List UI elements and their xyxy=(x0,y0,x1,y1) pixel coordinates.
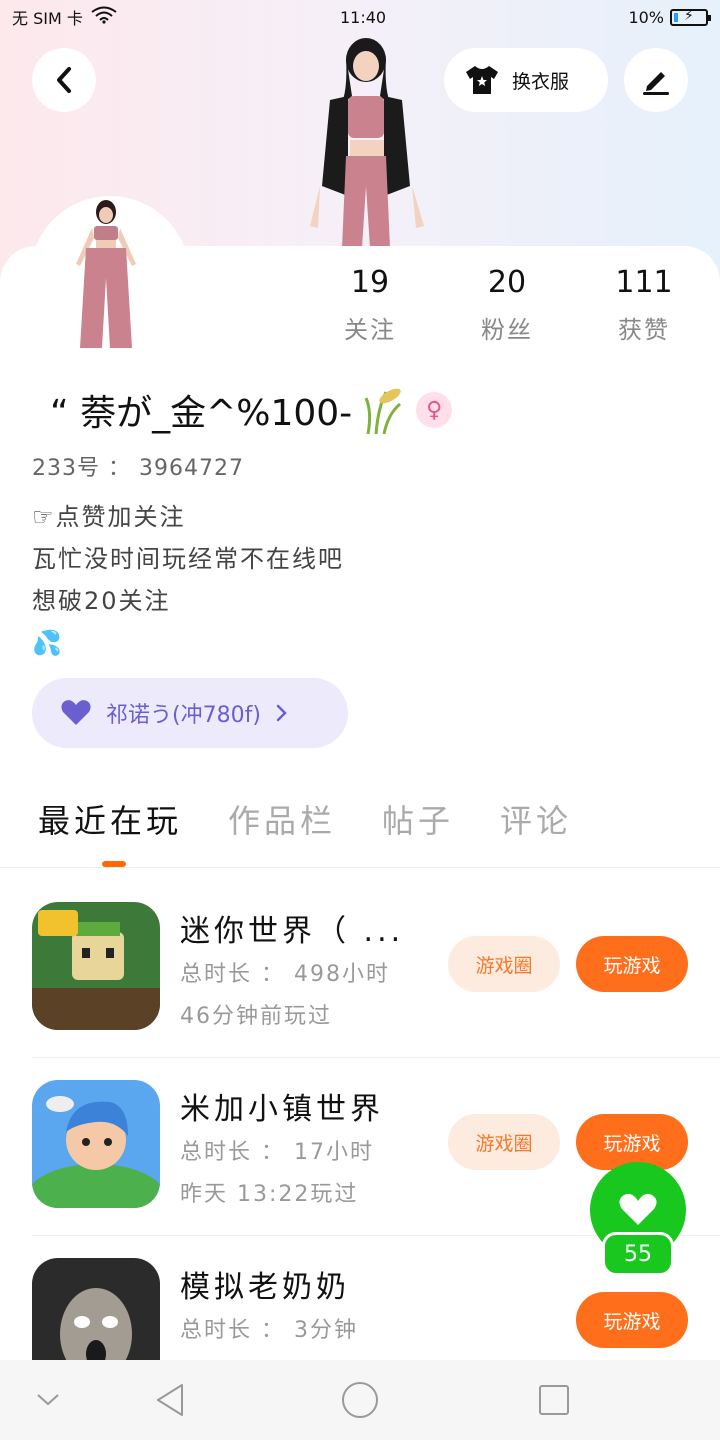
tab-bar: 最近在玩 作品栏 帖子 评论 xyxy=(38,796,572,842)
avatar-3d-figure[interactable] xyxy=(290,36,440,248)
guild-tag-label: 祁诺う(冲780f) xyxy=(106,703,261,728)
edit-profile-button[interactable] xyxy=(624,48,688,112)
game-meta: 总时长 ： 17小时 昨天 13:22玩过 xyxy=(180,1132,374,1216)
status-bar: 无 SIM 卡 11:40 10% ⚡ xyxy=(0,0,720,34)
tabs-divider xyxy=(0,867,720,868)
tab-comments[interactable]: 评论 xyxy=(500,796,572,842)
chevron-right-icon xyxy=(276,704,287,722)
game-duration: 总时长 ： 498小时 xyxy=(180,962,390,987)
stat-following-label: 关注 xyxy=(344,316,396,344)
carrier-text: 无 SIM 卡 xyxy=(12,9,83,28)
heart-icon xyxy=(61,700,91,725)
clock: 11:40 xyxy=(340,7,387,27)
tshirt-icon xyxy=(466,66,498,94)
pen-icon xyxy=(643,72,669,95)
tab-works[interactable]: 作品栏 xyxy=(228,796,336,842)
game-meta: 总时长 ： 498小时 46分钟前玩过 xyxy=(180,954,390,1038)
gender-female-icon: ♀ xyxy=(416,392,453,428)
nav-back-button[interactable] xyxy=(150,1380,190,1420)
square-recents-icon xyxy=(539,1385,569,1415)
change-outfit-button[interactable]: 换衣服 xyxy=(444,48,608,112)
system-nav-bar xyxy=(0,1360,720,1440)
game-title: 模拟老奶奶 xyxy=(180,1270,350,1305)
bio-line: 瓦忙没时间玩经常不在线吧 xyxy=(32,545,344,573)
gender-symbol: ♀ xyxy=(426,397,443,423)
triangle-back-icon xyxy=(157,1384,183,1416)
game-meta: 总时长 ： 3分钟 xyxy=(180,1310,358,1352)
stat-followers-value: 20 xyxy=(487,265,527,300)
nav-home-button[interactable] xyxy=(340,1380,380,1420)
battery-icon: ⚡ xyxy=(670,8,711,26)
stat-likes-value: 111 xyxy=(615,265,673,300)
guild-tag-button[interactable]: 祁诺う(冲780f) xyxy=(32,678,348,748)
game-duration: 总时长 ： 3分钟 xyxy=(180,1318,358,1343)
username: “ 萘が_金^%100- xyxy=(50,393,353,434)
stat-likes-label: 获赞 xyxy=(618,316,670,344)
circle-home-icon xyxy=(342,1382,378,1418)
stat-followers-label: 粉丝 xyxy=(481,316,533,344)
game-duration: 总时长 ： 17小时 xyxy=(180,1140,374,1165)
stat-likes[interactable]: 111 获赞 xyxy=(584,262,704,345)
username-row: “ 萘が_金^%100- ♀ xyxy=(50,380,453,440)
heart-icon xyxy=(619,1193,657,1225)
bio-line: 想破20关注 xyxy=(32,587,171,615)
battery-percent: 10% xyxy=(628,7,664,27)
user-id: 233号 ： 3964727 xyxy=(32,456,244,481)
game-title: 迷你世界（ ... xyxy=(180,914,405,949)
game-circle-button[interactable]: 游戏圈 xyxy=(448,936,560,992)
play-game-button[interactable]: 玩游戏 xyxy=(576,936,688,992)
play-game-button[interactable]: 玩游戏 xyxy=(576,1292,688,1348)
game-circle-button[interactable]: 游戏圈 xyxy=(448,1114,560,1170)
stat-following-value: 19 xyxy=(350,265,390,300)
game-icon-miga-town xyxy=(32,1080,160,1208)
game-icon-mini-world xyxy=(32,902,160,1030)
chevron-left-icon xyxy=(57,67,71,93)
chevron-down-icon xyxy=(37,1394,59,1406)
stat-following[interactable]: 19 关注 xyxy=(310,262,430,345)
game-last-played: 46分钟前玩过 xyxy=(180,1004,332,1029)
nav-collapse-button[interactable] xyxy=(28,1380,68,1420)
nav-recents-button[interactable] xyxy=(534,1380,574,1420)
tab-recently-played[interactable]: 最近在玩 xyxy=(38,796,182,842)
tab-posts[interactable]: 帖子 xyxy=(382,796,454,842)
game-last-played: 昨天 13:22玩过 xyxy=(180,1182,359,1207)
bio-line: ☞点赞加关注 xyxy=(32,503,186,531)
change-outfit-label: 换衣服 xyxy=(512,70,570,93)
bio-line: 💦 xyxy=(32,629,64,657)
grass-icon xyxy=(364,388,402,435)
game-row[interactable]: 迷你世界（ ... 总时长 ： 498小时 46分钟前玩过 游戏圈 玩游戏 xyxy=(0,880,720,1058)
stats-row: 19 关注 20 粉丝 111 获赞 xyxy=(310,262,710,352)
stat-followers[interactable]: 20 粉丝 xyxy=(447,262,567,345)
back-button[interactable] xyxy=(32,48,96,112)
like-count-badge: 55 xyxy=(602,1232,674,1276)
game-title: 米加小镇世界 xyxy=(180,1092,384,1127)
avatar-thumbnail[interactable] xyxy=(62,198,152,354)
wifi-icon xyxy=(91,6,117,28)
bio: ☞点赞加关注 瓦忙没时间玩经常不在线吧 想破20关注 💦 xyxy=(32,496,344,664)
